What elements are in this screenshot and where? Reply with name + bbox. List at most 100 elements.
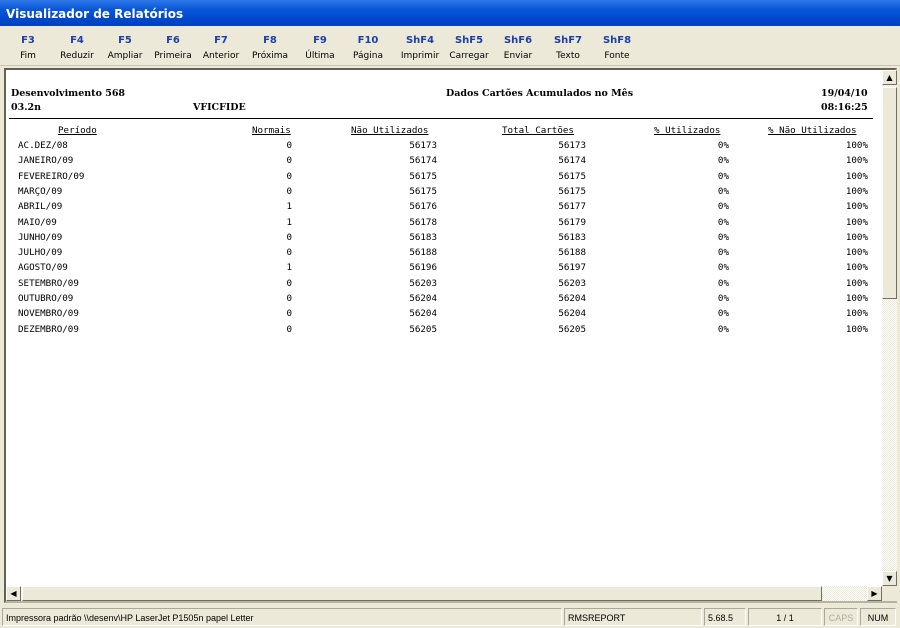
report-date: 19/04/10 bbox=[821, 88, 868, 99]
scroll-right-arrow-icon[interactable]: ▶ bbox=[867, 586, 882, 601]
cell-nao-utilizados: 56178 bbox=[409, 216, 437, 228]
vertical-scroll-thumb[interactable] bbox=[882, 87, 897, 299]
cell-pct-nao-utilizados: 100% bbox=[845, 323, 868, 335]
cell-total-cartoes: 56173 bbox=[558, 140, 586, 151]
col-header-nao-utilizados: Não Utilizados bbox=[351, 125, 429, 136]
toolbar-button-ultima[interactable]: F9 Última bbox=[297, 34, 343, 63]
toolbar-button-fonte[interactable]: ShF8 Fonte bbox=[594, 34, 640, 63]
cell-pct-nao-utilizados: 100% bbox=[845, 247, 868, 259]
toolbar: F3 Fim F4 Reduzir F5 Ampliar F6 Primeira F7 Anter… bbox=[0, 26, 900, 66]
toolbar-button-reduzir[interactable]: F4 Reduzir bbox=[54, 34, 100, 63]
cell-pct-nao-utilizados: 100% bbox=[845, 216, 868, 228]
cell-normais: 1 bbox=[286, 262, 292, 274]
toolbar-button-label: Carregar bbox=[449, 51, 489, 61]
cell-normais: 0 bbox=[286, 185, 292, 197]
col-header-pct-nao-utilizados: % Não Utilizados bbox=[768, 125, 857, 136]
toolbar-key-label: F9 bbox=[313, 35, 327, 46]
scrollbar-corner bbox=[882, 586, 897, 601]
toolbar-button-texto[interactable]: ShF7 Texto bbox=[545, 34, 591, 63]
cell-normais: 0 bbox=[286, 308, 292, 320]
cell-normais: 0 bbox=[286, 293, 292, 304]
cell-normais: 0 bbox=[286, 140, 292, 151]
horizontal-scrollbar[interactable]: ◀ ▶ bbox=[6, 586, 882, 601]
cell-periodo: JULHO/09 bbox=[18, 247, 63, 259]
toolbar-button-ampliar[interactable]: F5 Ampliar bbox=[102, 34, 148, 63]
cell-nao-utilizados: 56205 bbox=[409, 323, 437, 335]
cell-periodo: MARÇO/09 bbox=[18, 185, 63, 197]
toolbar-button-enviar[interactable]: ShF6 Enviar bbox=[495, 34, 541, 63]
cell-pct-nao-utilizados: 100% bbox=[845, 140, 868, 151]
cell-periodo: AGOSTO/09 bbox=[18, 262, 68, 274]
cell-pct-utilizados: 0% bbox=[717, 185, 729, 197]
cell-normais: 0 bbox=[286, 170, 292, 182]
toolbar-key-label: F5 bbox=[118, 35, 132, 46]
cell-normais: 0 bbox=[286, 231, 292, 243]
toolbar-button-label: Enviar bbox=[503, 51, 533, 61]
cell-normais: 0 bbox=[286, 323, 292, 335]
window-title: Visualizador de Relatórios bbox=[0, 0, 900, 26]
cell-periodo: NOVEMBRO/09 bbox=[18, 308, 79, 320]
cell-pct-nao-utilizados: 100% bbox=[845, 231, 868, 243]
cell-nao-utilizados: 56196 bbox=[409, 262, 437, 274]
toolbar-button-label: Fonte bbox=[604, 51, 630, 61]
cell-normais: 0 bbox=[286, 277, 292, 289]
cell-pct-utilizados: 0% bbox=[717, 155, 729, 167]
col-header-pct-utilizados: % Utilizados bbox=[654, 125, 721, 136]
cell-periodo: OUTUBRO/09 bbox=[18, 293, 74, 304]
report-code: 03.2n bbox=[11, 102, 42, 113]
toolbar-key-label: ShF6 bbox=[503, 35, 533, 46]
cell-pct-utilizados: 0% bbox=[717, 170, 729, 182]
vertical-scrollbar[interactable]: ▲ ▼ bbox=[882, 70, 897, 586]
cell-pct-utilizados: 0% bbox=[717, 308, 729, 320]
cell-periodo: FEVEREIRO/09 bbox=[18, 170, 85, 182]
toolbar-button-imprimir[interactable]: ShF4 Imprimir bbox=[397, 34, 443, 63]
toolbar-button-anterior[interactable]: F7 Anterior bbox=[198, 34, 244, 63]
toolbar-key-label: ShF5 bbox=[454, 35, 484, 46]
cell-nao-utilizados: 56188 bbox=[409, 247, 437, 259]
scroll-down-arrow-icon[interactable]: ▼ bbox=[882, 571, 897, 586]
cell-normais: 1 bbox=[286, 201, 292, 213]
report-time: 08:16:25 bbox=[821, 102, 868, 113]
toolbar-button-primeira[interactable]: F6 Primeira bbox=[150, 34, 196, 63]
scroll-up-arrow-icon[interactable]: ▲ bbox=[882, 70, 897, 85]
status-caps: CAPS bbox=[824, 608, 858, 626]
cell-normais: 1 bbox=[286, 216, 292, 228]
cell-pct-utilizados: 0% bbox=[717, 293, 729, 304]
toolbar-key-label: ShF7 bbox=[553, 35, 583, 46]
report-page: Desenvolvimento 568 Dados Cartões Acumul… bbox=[6, 70, 881, 586]
horizontal-scroll-thumb[interactable] bbox=[22, 586, 822, 601]
cell-total-cartoes: 56183 bbox=[558, 231, 586, 243]
toolbar-button-fim[interactable]: F3 Fim bbox=[5, 34, 51, 63]
col-header-periodo: Período bbox=[58, 125, 97, 136]
toolbar-button-label: Imprimir bbox=[400, 51, 440, 61]
cell-periodo: MAIO/09 bbox=[18, 216, 57, 228]
cell-nao-utilizados: 56183 bbox=[409, 231, 437, 243]
cell-pct-utilizados: 0% bbox=[717, 262, 729, 274]
cell-pct-nao-utilizados: 100% bbox=[845, 185, 868, 197]
cell-nao-utilizados: 56173 bbox=[409, 140, 437, 151]
status-printer: Impressora padrão \\desenv\HP LaserJet P… bbox=[2, 608, 562, 626]
cell-periodo: JANEIRO/09 bbox=[18, 155, 74, 167]
cell-pct-nao-utilizados: 100% bbox=[845, 262, 868, 274]
cell-nao-utilizados: 56176 bbox=[409, 201, 437, 213]
report-title: Dados Cartões Acumulados no Mês bbox=[446, 88, 634, 99]
toolbar-button-label: Reduzir bbox=[60, 51, 94, 61]
scroll-left-arrow-icon[interactable]: ◀ bbox=[6, 586, 21, 601]
status-bar: Impressora padrão \\desenv\HP LaserJet P… bbox=[0, 606, 900, 628]
toolbar-key-label: ShF8 bbox=[602, 35, 632, 46]
cell-periodo: JUNHO/09 bbox=[18, 231, 63, 243]
cell-nao-utilizados: 56174 bbox=[409, 155, 437, 167]
toolbar-key-label: F8 bbox=[263, 35, 277, 46]
header-divider bbox=[9, 118, 873, 119]
col-header-total-cartoes: Total Cartões bbox=[502, 125, 574, 136]
toolbar-button-label: Texto bbox=[556, 51, 580, 61]
status-page: 1 / 1 bbox=[748, 608, 822, 626]
cell-total-cartoes: 56188 bbox=[558, 247, 586, 259]
toolbar-button-carregar[interactable]: ShF5 Carregar bbox=[446, 34, 492, 63]
cell-pct-utilizados: 0% bbox=[717, 277, 729, 289]
toolbar-button-pagina[interactable]: F10 Página bbox=[345, 34, 391, 63]
toolbar-button-label: Ampliar bbox=[107, 51, 143, 61]
toolbar-button-proxima[interactable]: F8 Próxima bbox=[247, 34, 293, 63]
toolbar-key-label: F6 bbox=[166, 35, 180, 46]
cell-pct-nao-utilizados: 100% bbox=[845, 277, 868, 289]
